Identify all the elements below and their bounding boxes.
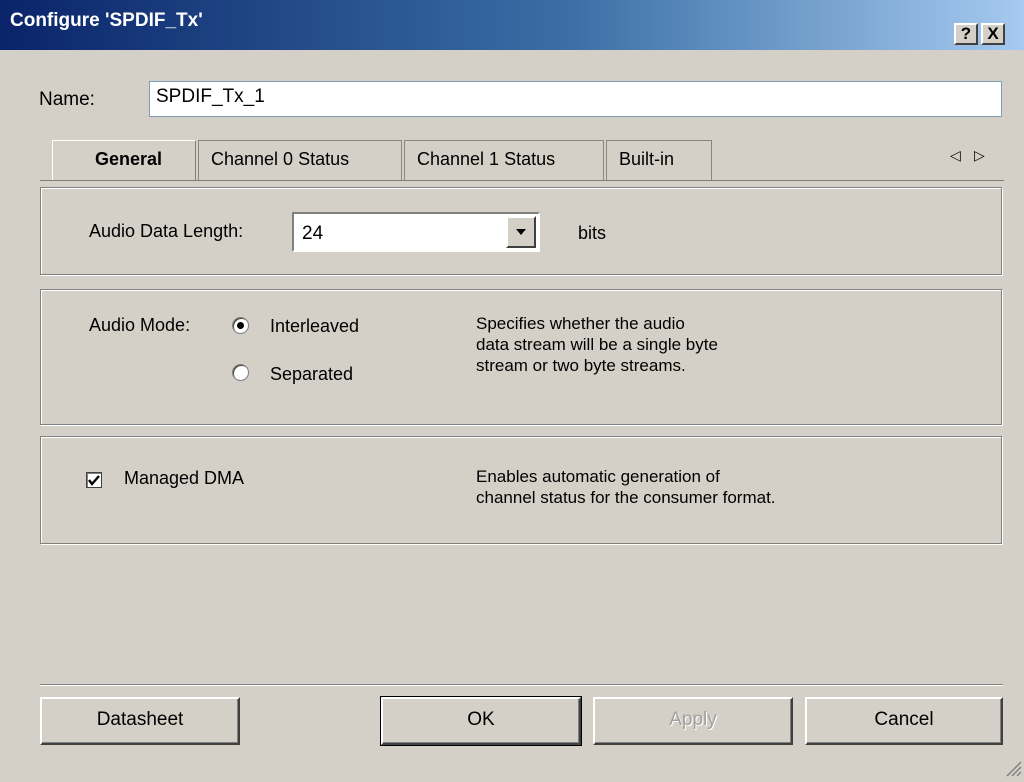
managed-dma-checkbox[interactable] xyxy=(86,472,102,488)
tab-channel-0-status[interactable]: Channel 0 Status xyxy=(198,140,402,180)
managed-dma-label[interactable]: Managed DMA xyxy=(124,468,244,489)
name-label: Name: xyxy=(39,89,95,110)
ok-button[interactable]: OK xyxy=(380,696,582,746)
apply-button[interactable]: Apply xyxy=(593,697,793,745)
audio-data-length-select[interactable]: 24 xyxy=(292,212,540,252)
interleaved-label[interactable]: Interleaved xyxy=(270,316,359,337)
tab-built-in[interactable]: Built-in xyxy=(606,140,712,180)
window-title: Configure 'SPDIF_Tx' xyxy=(10,10,203,31)
tab-divider xyxy=(40,180,1004,181)
audio-mode-label: Audio Mode: xyxy=(89,315,191,335)
audio-data-length-label: Audio Data Length: xyxy=(89,221,244,241)
button-separator xyxy=(40,684,1003,686)
tab-scroll-left-icon[interactable]: ◁ xyxy=(950,147,961,164)
cancel-button[interactable]: Cancel xyxy=(805,697,1003,745)
close-button[interactable]: X xyxy=(981,23,1005,45)
separated-radio[interactable] xyxy=(232,364,249,381)
audio-mode-description: Specifies whether the audio data stream … xyxy=(476,314,718,375)
audio-data-length-value: 24 xyxy=(302,223,324,244)
separated-label[interactable]: Separated xyxy=(270,364,353,385)
resize-grip-icon[interactable] xyxy=(1004,759,1022,777)
datasheet-button[interactable]: Datasheet xyxy=(40,697,240,745)
interleaved-radio[interactable] xyxy=(232,317,249,334)
radio-selected-dot xyxy=(237,322,244,329)
chevron-down-icon xyxy=(516,229,526,235)
tab-channel-1-status[interactable]: Channel 1 Status xyxy=(404,140,604,180)
tab-general[interactable]: General xyxy=(52,140,196,180)
dropdown-button[interactable] xyxy=(506,216,536,248)
managed-dma-description: Enables automatic generation of channel … xyxy=(476,467,776,507)
tab-scroll-right-icon[interactable]: ▷ xyxy=(974,147,985,164)
help-button[interactable]: ? xyxy=(954,23,978,45)
title-bar[interactable]: Configure 'SPDIF_Tx' ? X xyxy=(0,0,1024,50)
name-input[interactable]: SPDIF_Tx_1 xyxy=(149,81,1002,117)
checkmark-icon xyxy=(88,475,100,486)
bits-unit-label: bits xyxy=(578,223,607,243)
